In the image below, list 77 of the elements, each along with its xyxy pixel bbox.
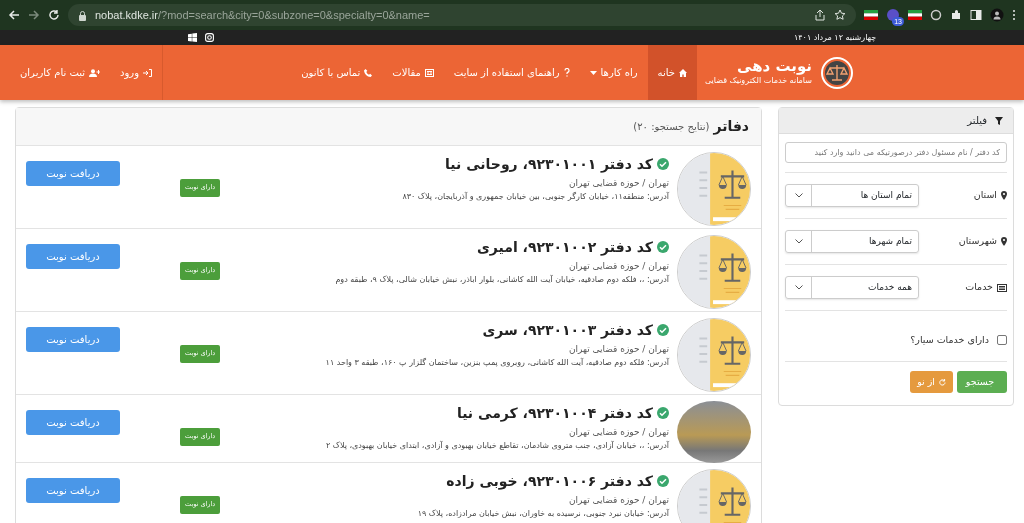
office-address: آدرس: خیابان نبرد جنوبی، نرسیده به خاوران، نبش خیابان مرادزاده، پلاک ۱۹: [416, 509, 669, 520]
instagram-icon[interactable]: [205, 33, 214, 42]
avatar-icon[interactable]: [990, 8, 1004, 22]
office-address: آدرس: فلکه دوم صادقیه، آیت الله کاشانی، روبروی پمپ بنزین، ساختمان گلزار پ ۱۶۰، طبقه ۳ واحد ۱۱: [324, 358, 669, 369]
results-title: دفاتر: [713, 117, 749, 137]
star-icon[interactable]: [834, 9, 846, 21]
chevron-down-icon: [794, 239, 803, 244]
office-region: تهران / حوزه قضایی تهران: [567, 177, 669, 190]
menu-icon[interactable]: [1012, 9, 1016, 21]
date-text: چهارشنبه ۱۲ مرداد ۱۴۰۱: [794, 31, 877, 44]
field-label: خدمات: [965, 280, 993, 295]
nav-link[interactable]: تماس با کانون: [291, 45, 383, 100]
office-address: آدرس: ،، فلکه دوم صادقیه، خیابان آیت الله کاشانی، بلوار اباذر، نبش خیابان شالی، پلاک ۹، طبقه دوم: [334, 275, 669, 286]
office-region: تهران / حوزه قضایی تهران: [567, 426, 669, 439]
sidebar-icon[interactable]: [970, 9, 982, 21]
office-address: آدرس: ،، خیابان آزادی، جنب متروی شادمان، تقاطع خیابان بهبودی و آزادی، ابتدای خیابان بهبودی، پلاک ۲: [324, 441, 669, 452]
flag-icon[interactable]: [908, 10, 922, 20]
get-appointment-button[interactable]: دریافت نوبت: [26, 327, 120, 352]
filter-icon: [995, 116, 1003, 125]
sign-in-icon: [143, 68, 152, 77]
chevron-down-icon: [794, 285, 803, 290]
office-title[interactable]: کد دفتر ۹۲۳۰۱۰۰۲، امیری: [476, 239, 653, 256]
office-region: تهران / حوزه قضایی تهران: [567, 494, 669, 507]
lock-icon: [78, 9, 87, 21]
office-title[interactable]: کد دفتر ۹۲۳۰۱۰۰۶، خوبی زاده: [446, 473, 653, 490]
puzzle-icon[interactable]: [950, 9, 962, 21]
office-region: تهران / حوزه قضایی تهران: [567, 260, 669, 273]
nav-link[interactable]: مقالات: [382, 45, 444, 100]
reload-icon[interactable]: [48, 9, 60, 21]
office-title[interactable]: کد دفتر ۹۲۳۰۱۰۰۳، سری: [482, 322, 653, 339]
nav-link[interactable]: راهنمای استفاده از سایت: [443, 45, 580, 100]
get-appointment-button[interactable]: دریافت نوبت: [26, 161, 120, 186]
forward-icon[interactable]: [28, 9, 40, 21]
search-field[interactable]: کد دفتر / نام مسئول دفتر درصورتیکه می دانید وارد کنید: [785, 142, 1007, 163]
newspaper-icon: [424, 68, 434, 77]
ring-icon[interactable]: [930, 9, 942, 21]
field-label: شهرستان: [958, 234, 997, 249]
field-label: استان: [973, 188, 997, 203]
phone-icon: [364, 68, 373, 77]
select-field[interactable]: تمام شهرها: [785, 230, 919, 253]
office-address: آدرس: منطقه۱۱، خیابان کارگر جنوبی، بین خیابان جمهوری و آذربایجان، پلاک ۸۳۰: [401, 192, 669, 203]
share-icon[interactable]: [814, 9, 826, 21]
office-title[interactable]: کد دفتر ۹۲۳۰۱۰۰۱، روحانی نیا: [445, 156, 653, 173]
caret-icon: [589, 70, 597, 75]
location-pin-icon: [1001, 237, 1007, 246]
nav-link[interactable]: ورود: [110, 45, 162, 100]
get-appointment-button[interactable]: دریافت نوبت: [26, 478, 120, 503]
site-title[interactable]: نوبت دهی: [704, 58, 812, 75]
filter-title: فیلتر: [967, 114, 987, 128]
back-icon[interactable]: [8, 9, 20, 21]
nav-link[interactable]: ثبت نام کاربران: [10, 45, 111, 100]
select-field[interactable]: تمام استان ها: [785, 184, 919, 207]
windows-icon[interactable]: [188, 33, 197, 42]
flag-icon[interactable]: [864, 10, 878, 20]
search-button[interactable]: جستجو: [957, 371, 1007, 394]
address-bar[interactable]: nobat.kdke.ir/?mod=search&city=0&subzone=0&specialty=0&name=: [68, 4, 856, 26]
location-pin-icon: [1001, 191, 1007, 200]
refresh-icon: [939, 378, 946, 386]
site-subtitle: سامانه خدمات الکترونیک قضایی: [704, 75, 812, 87]
nav-link[interactable]: خانه: [647, 45, 697, 100]
office-region: تهران / حوزه قضایی تهران: [567, 343, 669, 356]
select-field[interactable]: همه خدمات: [785, 276, 919, 299]
get-appointment-button[interactable]: دریافت نوبت: [26, 410, 120, 435]
get-appointment-button[interactable]: دریافت نوبت: [26, 244, 120, 269]
checkbox[interactable]: [997, 335, 1007, 346]
scales-logo-icon: [677, 469, 751, 523]
nav-link[interactable]: راه کارها: [579, 45, 648, 100]
list-icon: [997, 283, 1007, 292]
reset-button[interactable]: از نو: [910, 371, 953, 394]
office-title[interactable]: کد دفتر ۹۲۳۰۱۰۰۴، کرمی نیا: [456, 405, 653, 422]
chevron-down-icon: [794, 193, 803, 198]
question-icon: [563, 68, 570, 77]
user-plus-icon: [89, 68, 101, 77]
home-icon: [678, 68, 687, 77]
results-count: (نتایج جستجو: ۲۰): [633, 120, 710, 134]
scales-logo-icon[interactable]: [820, 55, 854, 90]
checkbox-label: دارای خدمات سیار؟: [910, 333, 989, 347]
